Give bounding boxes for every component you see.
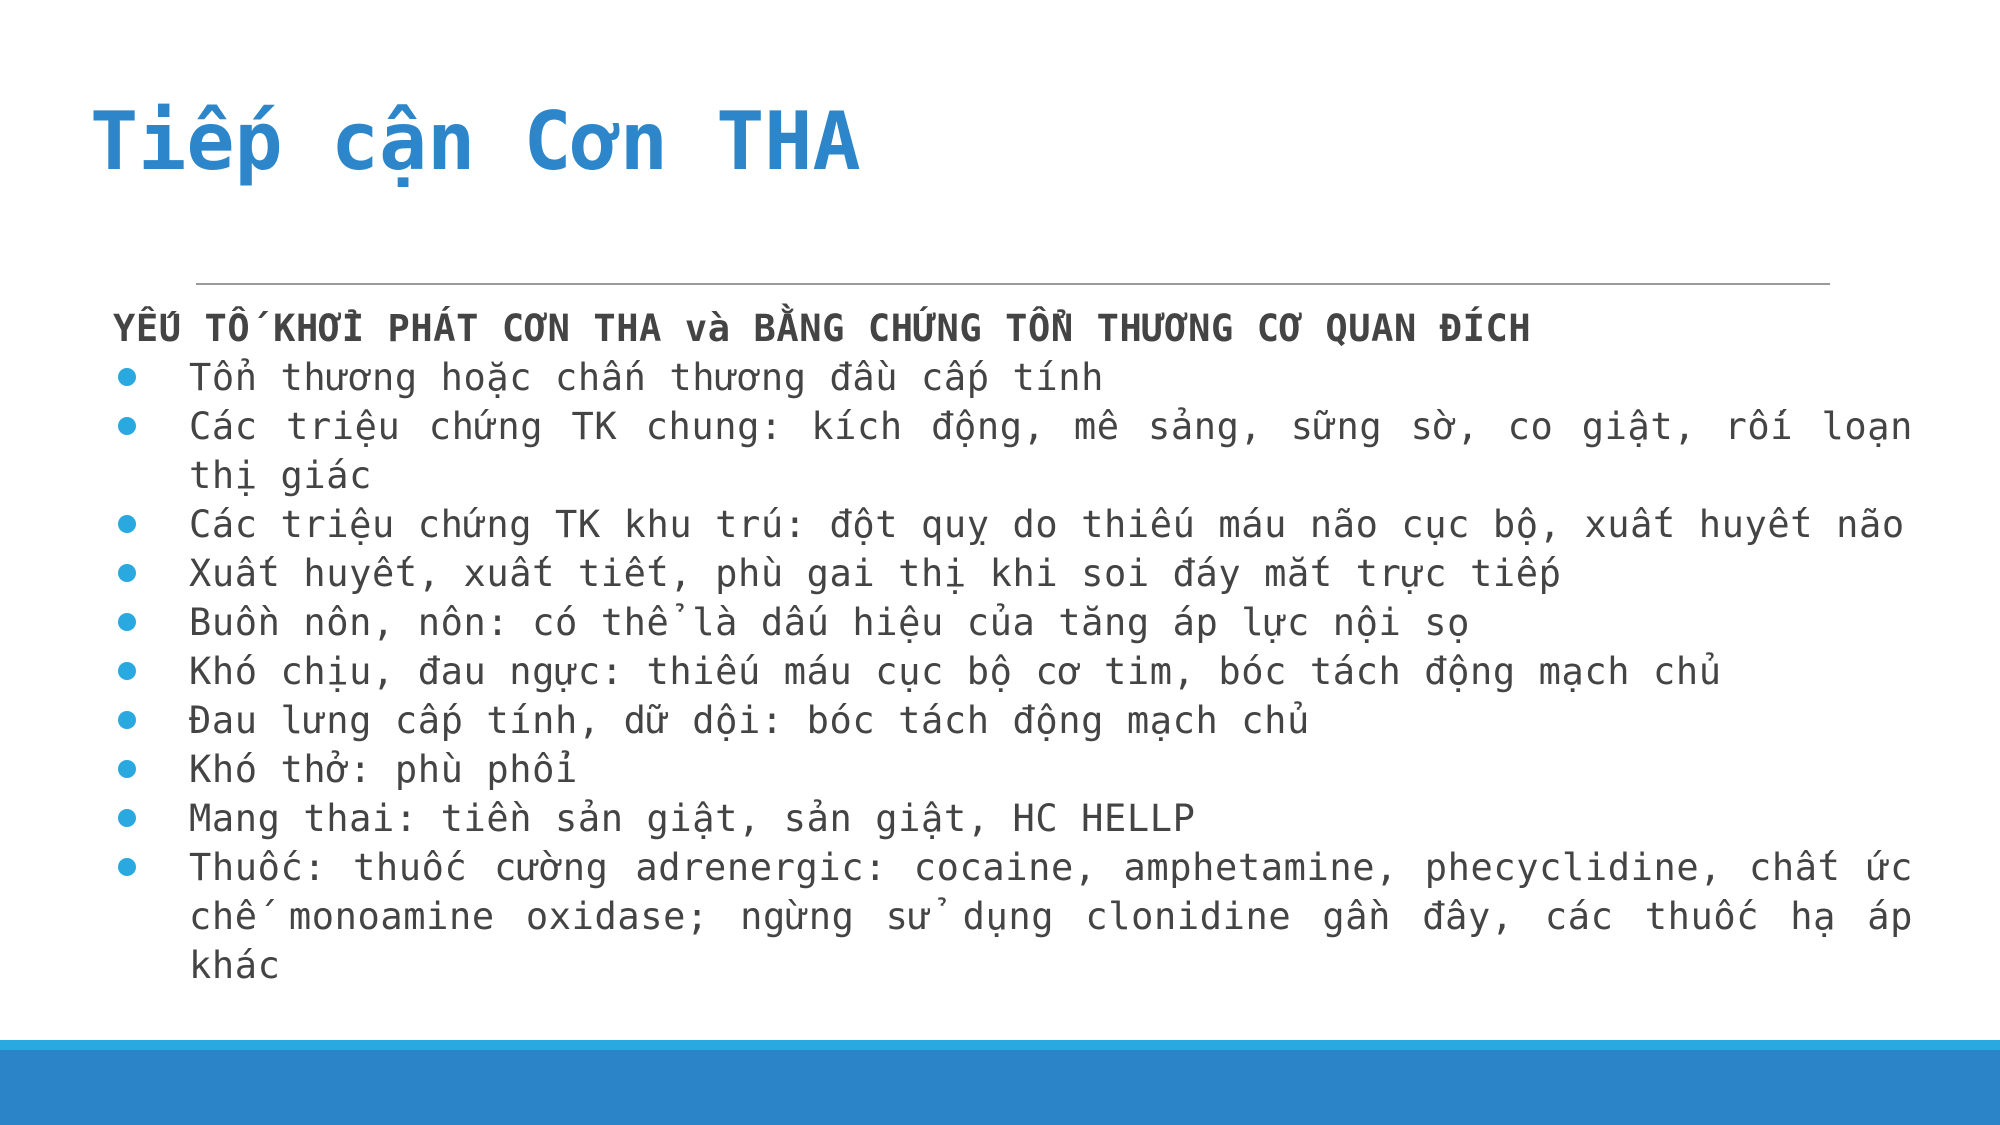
section-heading: YẾU TỐ KHỞI PHÁT CƠN THA và BẰNG CHỨNG T… — [113, 307, 1532, 350]
slide-content: YẾU TỐ KHỞI PHÁT CƠN THA và BẰNG CHỨNG T… — [113, 304, 1913, 990]
footer-stripe — [0, 1040, 2000, 1050]
bullet-icon — [118, 711, 136, 729]
bullet-icon — [118, 662, 136, 680]
list-item-text: Đau lưng cấp tính, dữ dội: bóc tách động… — [189, 699, 1310, 742]
list-item: Mang thai: tiền sản giật, sản giật, HC H… — [113, 794, 1913, 843]
list-item: Khó thở: phù phổi — [113, 745, 1913, 794]
list-item-text: Xuất huyết, xuất tiết, phù gai thị khi s… — [189, 552, 1562, 595]
bullet-list: Tổn thương hoặc chấn thương đầu cấp tính… — [113, 353, 1913, 990]
list-item: Tổn thương hoặc chấn thương đầu cấp tính — [113, 353, 1913, 402]
bullet-icon — [118, 417, 136, 435]
footer-band — [0, 1040, 2000, 1125]
bullet-icon — [118, 613, 136, 631]
list-item: Xuất huyết, xuất tiết, phù gai thị khi s… — [113, 549, 1913, 598]
bullet-icon — [118, 368, 136, 386]
list-item-text: Các triệu chứng TK khu trú: đột quỵ do t… — [189, 503, 1905, 546]
list-item: Thuốc: thuốc cường adrenergic: cocaine, … — [113, 843, 1913, 990]
list-item: Các triệu chứng TK chung: kích động, mê … — [113, 402, 1913, 500]
list-item: Khó chịu, đau ngực: thiếu máu cục bộ cơ … — [113, 647, 1913, 696]
bullet-icon — [118, 809, 136, 827]
list-item-text: Thuốc: thuốc cường adrenergic: cocaine, … — [189, 846, 1913, 987]
list-item-text: Các triệu chứng TK chung: kích động, mê … — [189, 405, 1913, 497]
bullet-icon — [118, 515, 136, 533]
list-item: Các triệu chứng TK khu trú: đột quỵ do t… — [113, 500, 1913, 549]
list-item-text: Tổn thương hoặc chấn thương đầu cấp tính — [189, 356, 1105, 399]
title-divider — [196, 283, 1830, 285]
list-item: Đau lưng cấp tính, dữ dội: bóc tách động… — [113, 696, 1913, 745]
bullet-icon — [118, 564, 136, 582]
list-item-text: Khó thở: phù phổi — [189, 748, 578, 791]
list-item-text: Mang thai: tiền sản giật, sản giật, HC H… — [189, 797, 1196, 840]
slide-title: Tiếp cận Cơn THA — [90, 95, 861, 188]
bullet-icon — [118, 760, 136, 778]
slide: Tiếp cận Cơn THA YẾU TỐ KHỞI PHÁT CƠN TH… — [0, 0, 2000, 1125]
list-item-text: Buồn nôn, nôn: có thể là dấu hiệu của tă… — [189, 601, 1471, 644]
list-item-text: Khó chịu, đau ngực: thiếu máu cục bộ cơ … — [189, 650, 1722, 693]
list-item: Buồn nôn, nôn: có thể là dấu hiệu của tă… — [113, 598, 1913, 647]
bullet-icon — [118, 858, 136, 876]
